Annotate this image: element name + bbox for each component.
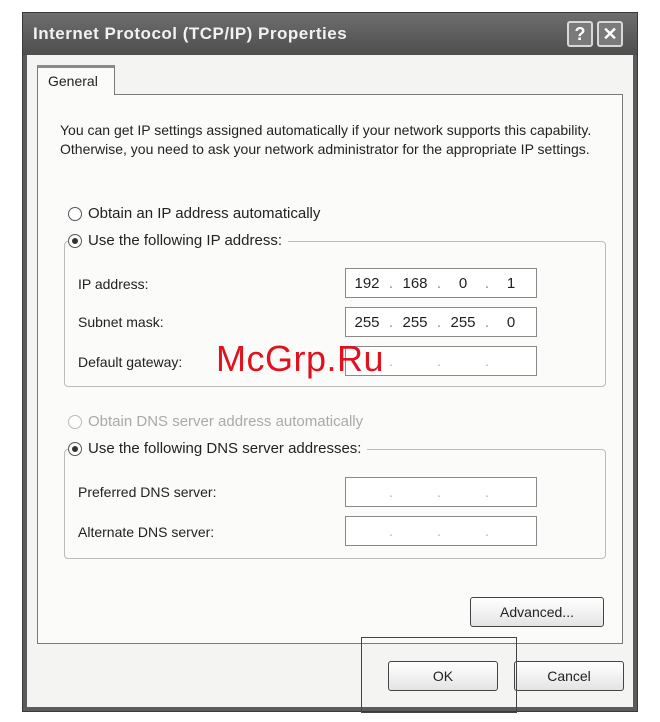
radio-use-following-dns[interactable]: Use the following DNS server addresses:	[68, 440, 368, 457]
advanced-button[interactable]: Advanced...	[470, 597, 604, 627]
radio-use-following-dns-label: Use the following DNS server addresses:	[88, 440, 362, 457]
radio-obtain-ip-auto-label: Obtain an IP address automatically	[88, 205, 321, 222]
alternate-dns-label: Alternate DNS server:	[78, 524, 215, 540]
help-icon[interactable]: ?	[567, 21, 593, 47]
watermark-text: McGrp.Ru	[216, 338, 385, 379]
radio-button[interactable]	[68, 206, 82, 221]
ip-octet: 192	[354, 274, 380, 292]
radio-obtain-dns-auto: Obtain DNS server address automatically	[68, 413, 363, 430]
window-title: Internet Protocol (TCP/IP) Properties	[33, 24, 348, 43]
alternate-dns-input[interactable]: . . .	[345, 516, 537, 546]
intro-text: You can get IP settings assigned automat…	[60, 122, 592, 157]
radio-use-following-ip-label: Use the following IP address:	[88, 232, 282, 249]
title-bar[interactable]: Internet Protocol (TCP/IP) Properties ? …	[23, 13, 637, 55]
subnet-mask-label: Subnet mask:	[78, 314, 164, 330]
ip-octet: 255	[354, 313, 380, 331]
subnet-mask-input[interactable]: 255. 255. 255. 0	[345, 307, 537, 337]
default-gateway-label: Default gateway:	[78, 354, 183, 370]
dialog-body: General You can get IP settings assigned…	[27, 55, 633, 707]
radio-button	[68, 414, 82, 429]
ip-octet: 255	[402, 313, 428, 331]
ip-address-label: IP address:	[78, 276, 149, 292]
radio-button[interactable]	[68, 233, 82, 248]
radio-use-following-ip[interactable]: Use the following IP address:	[68, 232, 288, 249]
close-icon[interactable]: ✕	[597, 21, 623, 47]
ip-address-input[interactable]: 192. 168. 0. 1	[345, 268, 537, 298]
cancel-button[interactable]: Cancel	[514, 661, 624, 691]
tab-general[interactable]: General	[37, 65, 115, 95]
ip-octet: 0	[458, 274, 468, 292]
ip-octet: 168	[402, 274, 428, 292]
radio-button[interactable]	[68, 441, 82, 456]
ok-button-highlight-frame	[361, 637, 517, 713]
ip-octet: 0	[506, 313, 516, 331]
preferred-dns-label: Preferred DNS server:	[78, 484, 217, 500]
radio-obtain-dns-auto-label: Obtain DNS server address automatically	[88, 413, 364, 430]
preferred-dns-input[interactable]: . . .	[345, 477, 537, 507]
ip-octet: 1	[506, 274, 516, 292]
radio-obtain-ip-auto[interactable]: Obtain an IP address automatically	[68, 205, 320, 222]
ip-octet: 255	[450, 313, 476, 331]
